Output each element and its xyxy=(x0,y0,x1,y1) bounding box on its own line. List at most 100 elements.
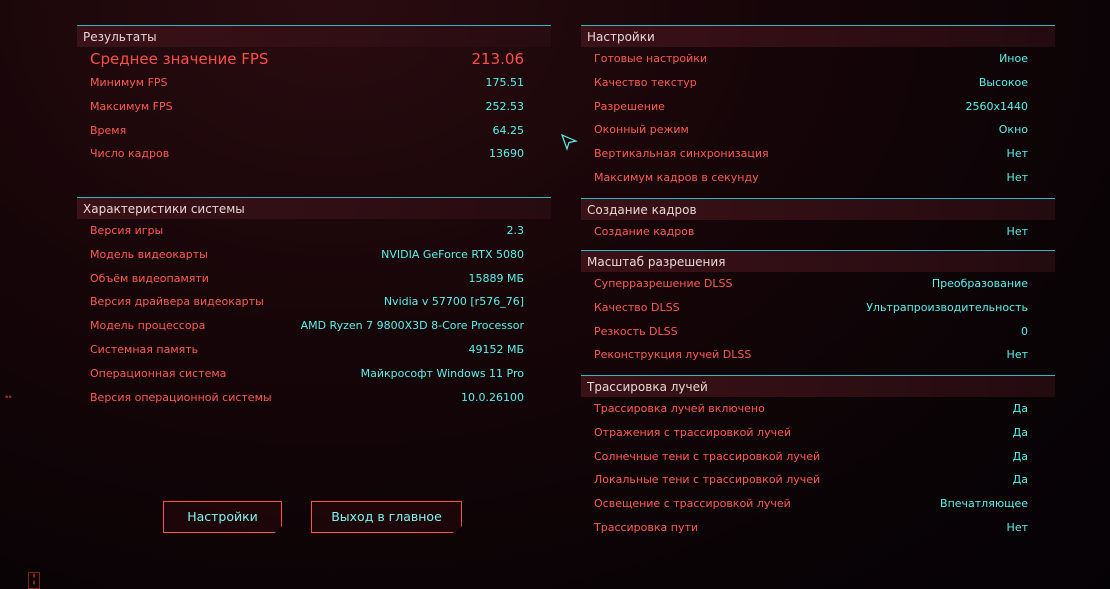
system-row: Версия операционной системы 10.0.26100 xyxy=(77,386,551,410)
settings-row: Оконный режим Окно xyxy=(581,118,1055,142)
row-label: Оконный режим xyxy=(594,123,689,137)
system-row: Версия игры 2.3 xyxy=(77,219,551,243)
row-label: Операционная система xyxy=(90,366,227,380)
row-label: Модель процессора xyxy=(90,319,206,333)
row-value: 252.53 xyxy=(485,99,525,113)
raytracing-row: Отражения с трассировкой лучей Да xyxy=(581,421,1055,445)
resolution-scaling-panel: Масштаб разрешения Суперразрешение DLSS П… xyxy=(581,250,1055,367)
system-row: Модель процессора AMD Ryzen 7 9800X3D 8-C… xyxy=(77,314,551,338)
raytracing-row: Трассировка пути Нет xyxy=(581,516,1055,540)
system-row: Операционная система Майкрософт Windows 1… xyxy=(77,362,551,386)
raytracing-row: Солнечные тени с трассировкой лучей Да xyxy=(581,445,1055,469)
row-value: Преобразование xyxy=(931,277,1028,290)
version-logo-icon: ▮ ▮ xyxy=(28,572,40,589)
raytracing-row: Освещение с трассировкой лучей Впечатляющ… xyxy=(581,492,1055,516)
row-label: Солнечные тени с трассировкой лучей xyxy=(594,449,821,463)
row-value: Nvidia v 57700 [r576_76] xyxy=(383,295,524,309)
ray-tracing-title: Трассировка лучей xyxy=(581,375,1055,397)
row-label: Версия драйвера видеокарты xyxy=(90,295,264,309)
row-label: Качество DLSS xyxy=(594,300,680,314)
row-label: Создание кадров xyxy=(594,225,695,238)
row-value: AMD Ryzen 7 9800X3D 8-Core Processor xyxy=(300,319,524,333)
resolution-scaling-title: Масштаб разрешения xyxy=(581,250,1055,272)
settings-row: Качество текстур Высокое xyxy=(581,71,1055,95)
row-label: Освещение с трассировкой лучей xyxy=(594,497,791,511)
scaling-row: Реконструкция лучей DLSS Нет xyxy=(581,343,1055,367)
avg-fps-row: Среднее значение FPS 213.06 xyxy=(77,47,551,71)
row-label: Резкость DLSS xyxy=(594,324,678,338)
pointer-arrow-icon xyxy=(560,133,578,151)
row-value: Высокое xyxy=(978,75,1028,89)
row-label: Версия операционной системы xyxy=(90,390,272,404)
row-label: Локальные тени с трассировкой лучей xyxy=(594,473,821,487)
row-label: Число кадров xyxy=(90,147,170,161)
settings-row: Максимум кадров в секунду Нет xyxy=(581,166,1055,190)
settings-title: Настройки xyxy=(581,25,1055,47)
raytracing-row: Трассировка лучей включено Да xyxy=(581,397,1055,421)
row-value: NVIDIA GeForce RTX 5080 xyxy=(381,247,524,261)
row-label: Объём видеопамяти xyxy=(90,271,209,285)
ray-tracing-panel: Трассировка лучей Трассировка лучей вклю… xyxy=(581,375,1055,540)
system-panel: Характеристики системы Версия игры 2.3 Мо… xyxy=(77,197,551,409)
scaling-row: Суперразрешение DLSS Преобразование xyxy=(581,272,1055,296)
row-label: Готовые настройки xyxy=(594,52,708,65)
results-row: Число кадров 13690 xyxy=(77,142,551,166)
row-label: Версия игры xyxy=(90,224,164,237)
row-label: Отражения с трассировкой лучей xyxy=(594,425,792,439)
system-row: Версия драйвера видеокарты Nvidia v 57700… xyxy=(77,290,551,314)
row-value: Впечатляющее xyxy=(940,497,1028,511)
row-value: Да xyxy=(1012,473,1028,487)
system-row: Объём видеопамяти 15889 МБ xyxy=(77,267,551,291)
avg-fps-value: 213.06 xyxy=(471,50,525,68)
frame-generation-panel: Создание кадров Создание кадров Нет xyxy=(581,198,1055,244)
system-row: Системная память 49152 МБ xyxy=(77,338,551,362)
system-row: Модель видеокарты NVIDIA GeForce RTX 5080 xyxy=(77,243,551,267)
scaling-row: Резкость DLSS 0 xyxy=(581,320,1055,344)
row-value: 49152 МБ xyxy=(468,342,524,356)
row-value: Нет xyxy=(1006,348,1028,362)
settings-row: Готовые настройки Иное xyxy=(581,47,1055,71)
row-value: 175.51 xyxy=(485,76,525,89)
row-label: Минимум FPS xyxy=(90,76,168,89)
raytracing-row: Локальные тени с трассировкой лучей Да xyxy=(581,468,1055,492)
frames-row: Создание кадров Нет xyxy=(581,220,1055,244)
row-value: 0 xyxy=(1021,324,1028,338)
frame-generation-title: Создание кадров xyxy=(581,198,1055,220)
row-value: Ультрапроизводительность xyxy=(866,300,1028,314)
results-row: Максимум FPS 252.53 xyxy=(77,95,551,119)
row-label: Время xyxy=(90,123,127,137)
settings-row: Вертикальная синхронизация Нет xyxy=(581,142,1055,166)
row-label: Трассировка пути xyxy=(594,520,699,534)
row-label: Качество текстур xyxy=(594,75,697,89)
results-row: Минимум FPS 175.51 xyxy=(77,71,551,95)
results-panel: Результаты Среднее значение FPS 213.06 М… xyxy=(77,25,551,166)
row-value: Да xyxy=(1012,402,1028,415)
row-value: Нет xyxy=(1006,170,1028,184)
settings-button[interactable]: Настройки xyxy=(163,501,282,533)
row-label: Реконструкция лучей DLSS xyxy=(594,348,752,362)
row-value: Окно xyxy=(998,123,1028,137)
row-value: 64.25 xyxy=(492,123,525,137)
row-label: Максимум FPS xyxy=(90,99,173,113)
row-label: Модель видеокарты xyxy=(90,247,208,261)
system-title: Характеристики системы xyxy=(77,197,551,219)
row-value: Майкрософт Windows 11 Pro xyxy=(360,366,524,380)
row-value: 2560x1440 xyxy=(965,99,1029,113)
row-value: Иное xyxy=(999,52,1028,65)
row-label: Максимум кадров в секунду xyxy=(594,170,759,184)
row-value: Нет xyxy=(1006,225,1028,238)
row-label: Трассировка лучей включено xyxy=(594,402,765,415)
settings-row: Разрешение 2560x1440 xyxy=(581,95,1055,119)
row-value: Нет xyxy=(1006,520,1028,534)
settings-panel: Настройки Готовые настройки Иное Качество… xyxy=(581,25,1055,190)
row-label: Системная память xyxy=(90,342,199,356)
exit-to-main-menu-button[interactable]: Выход в главное меню xyxy=(311,501,462,533)
row-value: 15889 МБ xyxy=(468,271,524,285)
avg-fps-label: Среднее значение FPS xyxy=(90,50,269,68)
row-value: 10.0.26100 xyxy=(461,390,524,404)
row-value: 13690 xyxy=(489,147,524,161)
row-value: Нет xyxy=(1006,147,1028,161)
row-value: Да xyxy=(1012,449,1028,463)
row-label: Суперразрешение DLSS xyxy=(594,277,733,290)
row-label: Разрешение xyxy=(594,99,665,113)
